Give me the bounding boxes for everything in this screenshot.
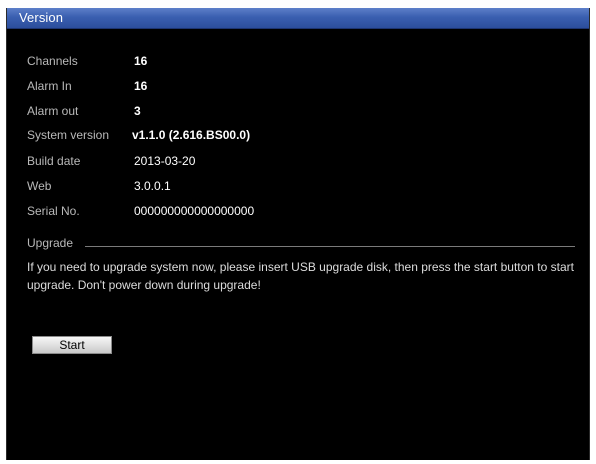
upgrade-message: If you need to upgrade system now, pleas… [27, 260, 574, 292]
channels-label: Channels [27, 54, 78, 68]
section-divider [85, 246, 575, 247]
alarm-in-value: 16 [134, 79, 148, 93]
serial-label: Serial No. [27, 204, 80, 218]
start-button[interactable]: Start [32, 336, 112, 354]
web-value: 3.0.0.1 [134, 179, 171, 193]
alarm-out-value: 3 [134, 104, 141, 118]
build-date-value: 2013-03-20 [134, 154, 196, 168]
web-label: Web [27, 179, 52, 193]
upgrade-section-header: Upgrade [27, 236, 575, 252]
alarm-in-label: Alarm In [27, 79, 72, 93]
system-version-label: System version [27, 128, 110, 142]
window-title: Version [19, 10, 64, 25]
alarm-out-label: Alarm out [27, 104, 79, 118]
title-bar: Version [7, 8, 589, 29]
version-window: Version Channels 16 Alarm In 16 Alarm ou… [6, 8, 590, 460]
channels-value: 16 [134, 54, 148, 68]
upgrade-section-label: Upgrade [27, 236, 76, 250]
serial-value: 000000000000000000 [134, 204, 255, 218]
system-version-value: v1.1.0 (2.616.BS00.0) [132, 128, 251, 142]
build-date-label: Build date [27, 154, 81, 168]
